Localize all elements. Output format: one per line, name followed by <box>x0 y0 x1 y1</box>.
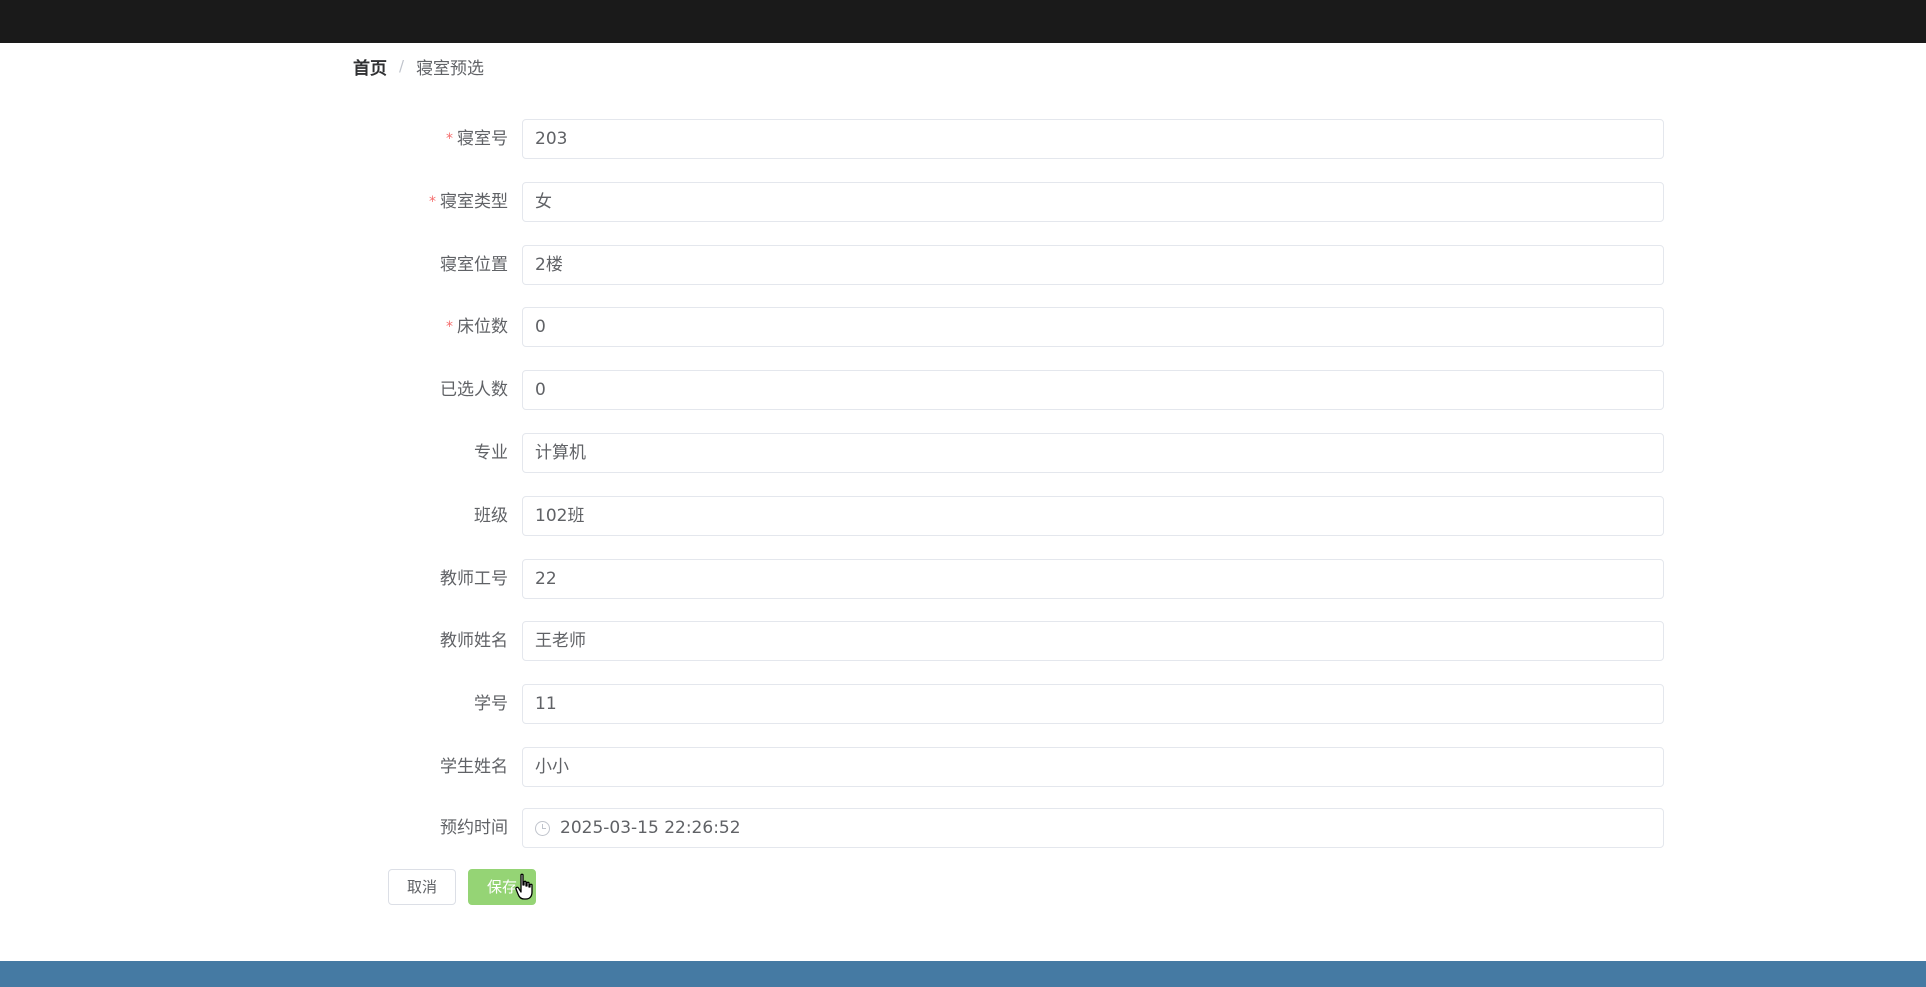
breadcrumb-home[interactable]: 首页 <box>353 54 387 79</box>
student-id-field[interactable]: 11 <box>522 684 1664 724</box>
dorm-type-label: * 寝室类型 <box>429 192 508 212</box>
required-mark: * <box>429 194 436 210</box>
student-name-label: 学生姓名 <box>440 757 508 777</box>
cancel-button[interactable]: 取消 <box>388 869 456 905</box>
form-row-teacher-name: 教师姓名 王老师 <box>0 621 1926 661</box>
breadcrumb: 首页 / 寝室预选 <box>353 54 485 79</box>
form-row-dorm-number: * 寝室号 203 <box>0 119 1926 159</box>
form-row-major: 专业 计算机 <box>0 433 1926 473</box>
major-field[interactable]: 计算机 <box>522 433 1664 473</box>
top-bar <box>0 0 1926 43</box>
form-row-student-name: 学生姓名 小小 <box>0 747 1926 787</box>
bed-count-field[interactable]: 0 <box>522 307 1664 347</box>
student-id-label: 学号 <box>474 694 508 714</box>
dorm-number-label: * 寝室号 <box>446 129 508 149</box>
required-mark: * <box>446 131 453 147</box>
class-field[interactable]: 102班 <box>522 496 1664 536</box>
class-label: 班级 <box>474 506 508 526</box>
student-name-field[interactable]: 小小 <box>522 747 1664 787</box>
hand-cursor-icon <box>515 873 533 900</box>
required-mark: * <box>446 319 453 335</box>
dorm-type-field[interactable]: 女 <box>522 182 1664 222</box>
form-row-dorm-location: 寝室位置 2楼 <box>0 245 1926 285</box>
teacher-name-field[interactable]: 王老师 <box>522 621 1664 661</box>
appointment-time-value: 2025-03-15 22:26:52 <box>560 818 741 838</box>
form-row-dorm-type: * 寝室类型 女 <box>0 182 1926 222</box>
teacher-id-field[interactable]: 22 <box>522 559 1664 599</box>
dorm-location-field[interactable]: 2楼 <box>522 245 1664 285</box>
teacher-id-label: 教师工号 <box>440 569 508 589</box>
major-label: 专业 <box>474 443 508 463</box>
bottom-bar <box>0 961 1926 987</box>
form-row-bed-count: * 床位数 0 <box>0 307 1926 347</box>
appointment-time-label: 预约时间 <box>440 818 508 838</box>
form-row-teacher-id: 教师工号 22 <box>0 559 1926 599</box>
breadcrumb-current: 寝室预选 <box>416 58 485 79</box>
form-row-selected-count: 已选人数 0 <box>0 370 1926 410</box>
form-row-student-id: 学号 11 <box>0 684 1926 724</box>
selected-count-field[interactable]: 0 <box>522 370 1664 410</box>
dorm-number-field[interactable]: 203 <box>522 119 1664 159</box>
selected-count-label: 已选人数 <box>440 380 508 400</box>
breadcrumb-separator: / <box>399 57 405 75</box>
form-row-appointment-time: 预约时间 2025-03-15 22:26:52 <box>0 808 1926 848</box>
appointment-time-picker[interactable]: 2025-03-15 22:26:52 <box>522 808 1664 848</box>
teacher-name-label: 教师姓名 <box>440 631 508 651</box>
clock-icon <box>535 820 550 836</box>
form-row-class: 班级 102班 <box>0 496 1926 536</box>
bed-count-label: * 床位数 <box>446 317 508 337</box>
dorm-location-label: 寝室位置 <box>440 255 508 275</box>
